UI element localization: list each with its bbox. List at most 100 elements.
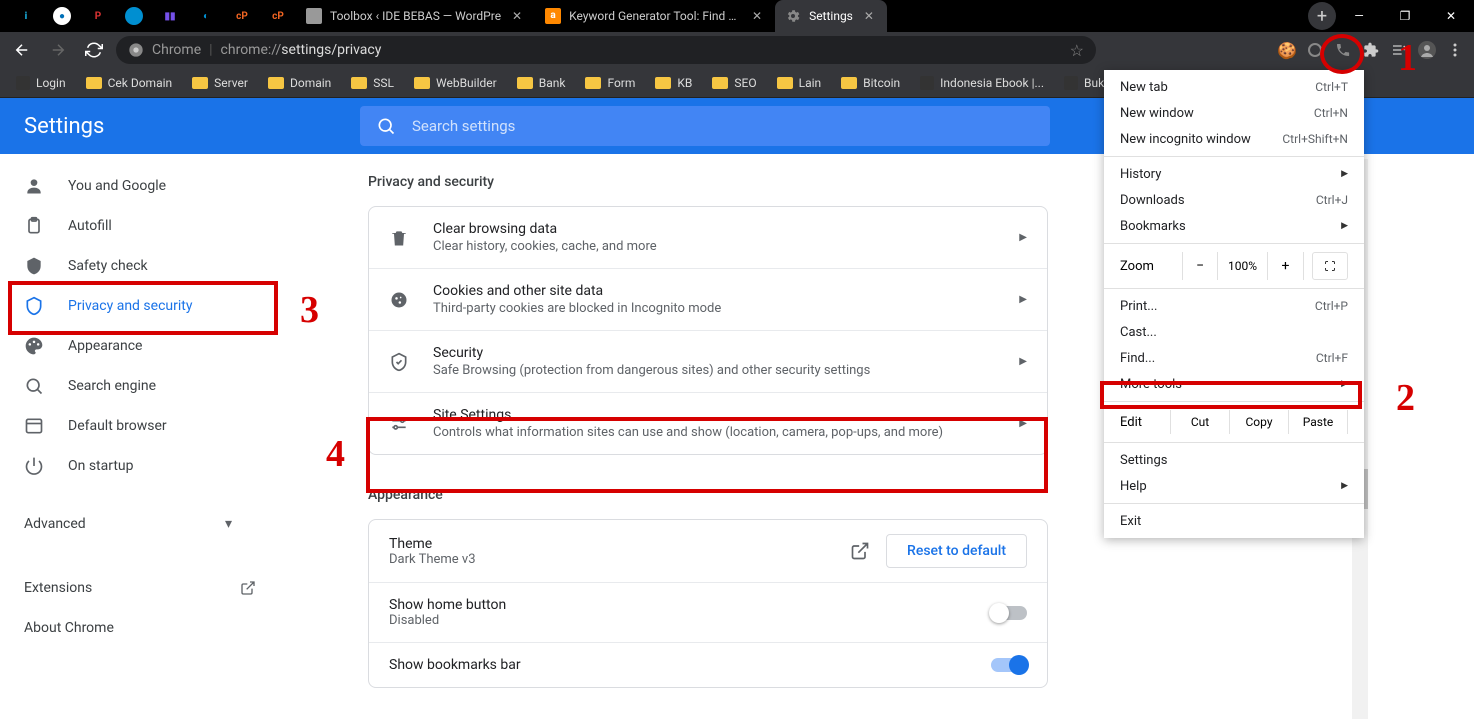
bookmark-item[interactable]: Form [577, 74, 643, 92]
sidebar-about[interactable]: About Chrome [0, 608, 256, 648]
reset-theme-button[interactable]: Reset to default [886, 534, 1027, 568]
bookmarks-bar-toggle[interactable] [991, 658, 1027, 672]
ext-readinglist-icon[interactable] [1388, 39, 1410, 61]
menu-print[interactable]: Print...Ctrl+P [1104, 293, 1364, 319]
row-sub: Safe Browsing (protection from dangerous… [433, 363, 995, 378]
bookmark-label: Lain [799, 76, 822, 90]
close-window-button[interactable]: ✕ [1428, 0, 1474, 32]
tab[interactable]: Settings ✕ [775, 0, 887, 32]
chevron-right-icon: ▶ [1019, 232, 1027, 243]
fullscreen-button[interactable] [1312, 252, 1348, 280]
bookmarks-bar-row[interactable]: Show bookmarks bar [369, 642, 1047, 687]
zoom-in-button[interactable]: + [1268, 252, 1304, 280]
menu-downloads[interactable]: DownloadsCtrl+J [1104, 187, 1364, 213]
bookmark-item[interactable]: Login [8, 74, 74, 92]
menu-copy[interactable]: Copy [1229, 410, 1288, 434]
sidebar-item-on-startup[interactable]: On startup [0, 446, 256, 486]
bookmark-label: SEO [734, 76, 756, 90]
settings-title: Settings [0, 114, 360, 139]
bookmark-star-icon[interactable]: ☆ [1070, 41, 1084, 60]
sidebar-item-label: Appearance [68, 338, 142, 354]
tab-close-icon[interactable]: ✕ [509, 8, 525, 24]
sidebar-advanced[interactable]: Advanced▾ [0, 504, 256, 544]
sidebar-item-default-browser[interactable]: Default browser [0, 406, 256, 446]
menu-exit[interactable]: Exit [1104, 508, 1364, 534]
sidebar-item-you-and-google[interactable]: You and Google [0, 166, 256, 206]
bookmark-item[interactable]: Domain [260, 74, 339, 92]
pinned-tab[interactable]: ▮▮ [152, 0, 188, 32]
ext-cookie-icon[interactable]: 🍪 [1276, 39, 1298, 61]
folder-icon [517, 77, 533, 89]
sidebar-extensions[interactable]: Extensions [0, 568, 256, 608]
menu-find[interactable]: Find...Ctrl+F [1104, 345, 1364, 371]
menu-cut[interactable]: Cut [1170, 410, 1229, 434]
ext-circle-icon[interactable] [1304, 39, 1326, 61]
forward-button[interactable] [44, 36, 72, 64]
ext-phone-icon[interactable] [1332, 39, 1354, 61]
kebab-menu-button[interactable] [1444, 39, 1466, 61]
pinned-tab[interactable]: ● [44, 0, 80, 32]
menu-paste[interactable]: Paste [1288, 410, 1348, 434]
bookmark-item[interactable]: Bank [509, 74, 574, 92]
tab-close-icon[interactable]: ✕ [861, 8, 877, 24]
launch-icon[interactable] [850, 541, 870, 561]
pinned-tab[interactable]: P [80, 0, 116, 32]
tab-strip: Toolbox ‹ IDE BEBAS — WordPre✕aKeyword G… [296, 0, 1300, 32]
bookmark-item[interactable]: Indonesia Ebook |... [912, 74, 1052, 92]
maximize-button[interactable]: ❐ [1382, 0, 1428, 32]
settings-row-security[interactable]: SecuritySafe Browsing (protection from d… [369, 330, 1047, 392]
sidebar-item-search-engine[interactable]: Search engine [0, 366, 256, 406]
new-tab-button[interactable]: + [1308, 2, 1336, 30]
tab[interactable]: aKeyword Generator Tool: Find Ke✕ [535, 0, 775, 32]
menu-cast[interactable]: Cast... [1104, 319, 1364, 345]
menu-new-incognito[interactable]: New incognito windowCtrl+Shift+N [1104, 126, 1364, 152]
settings-search[interactable] [360, 106, 1050, 146]
bookmark-label: Server [214, 76, 248, 90]
appearance-section-heading: Appearance [368, 487, 1048, 503]
settings-row-cookies-and-other-site-data[interactable]: Cookies and other site dataThird-party c… [369, 268, 1047, 330]
row-title: Clear browsing data [433, 221, 995, 237]
home-button-toggle[interactable] [991, 606, 1027, 620]
zoom-out-button[interactable]: − [1182, 252, 1218, 280]
home-button-row[interactable]: Show home button Disabled [369, 582, 1047, 642]
bookmark-label: WebBuilder [436, 76, 497, 90]
bookmark-item[interactable]: Cek Domain [78, 74, 181, 92]
pinned-tab[interactable]: cP [224, 0, 260, 32]
bookmark-item[interactable]: SSL [343, 74, 402, 92]
ext-puzzle-icon[interactable] [1360, 39, 1382, 61]
sidebar-item-appearance[interactable]: Appearance [0, 326, 256, 366]
bookmark-item[interactable]: SEO [704, 74, 764, 92]
pinned-tab[interactable] [116, 0, 152, 32]
omnibox[interactable]: Chrome | chrome://settings/privacy ☆ [116, 36, 1096, 64]
pinned-tab[interactable]: cP [260, 0, 296, 32]
settings-row-clear-browsing-data[interactable]: Clear browsing dataClear history, cookie… [369, 207, 1047, 268]
back-button[interactable] [8, 36, 36, 64]
tab[interactable]: Toolbox ‹ IDE BEBAS — WordPre✕ [296, 0, 535, 32]
bookmark-item[interactable]: Lain [769, 74, 830, 92]
menu-help[interactable]: Help▶ [1104, 473, 1364, 499]
tab-title: Settings [809, 9, 853, 23]
menu-bookmarks[interactable]: Bookmarks▶ [1104, 213, 1364, 239]
settings-search-input[interactable] [412, 117, 1034, 135]
bookmark-item[interactable]: KB [647, 74, 700, 92]
theme-row[interactable]: Theme Dark Theme v3 Reset to default [369, 520, 1047, 582]
pinned-tab[interactable]: i [8, 0, 44, 32]
sidebar-item-autofill[interactable]: Autofill [0, 206, 256, 246]
folder-icon [712, 77, 728, 89]
tab-close-icon[interactable]: ✕ [749, 8, 765, 24]
reload-button[interactable] [80, 36, 108, 64]
bookmark-item[interactable]: WebBuilder [406, 74, 505, 92]
settings-row-site-settings[interactable]: Site SettingsControls what information s… [369, 392, 1047, 454]
bookmark-item[interactable]: Server [184, 74, 256, 92]
sidebar-item-safety-check[interactable]: Safety check [0, 246, 256, 286]
menu-new-window[interactable]: New windowCtrl+N [1104, 100, 1364, 126]
pinned-tab[interactable]: ◐ [188, 0, 224, 32]
menu-settings[interactable]: Settings [1104, 447, 1364, 473]
sidebar-item-privacy-and-security[interactable]: Privacy and security [0, 286, 256, 326]
menu-new-tab[interactable]: New tabCtrl+T [1104, 74, 1364, 100]
menu-history[interactable]: History▶ [1104, 161, 1364, 187]
profile-avatar[interactable] [1416, 39, 1438, 61]
bookmark-item[interactable]: Bitcoin [833, 74, 908, 92]
minimize-button[interactable]: — [1336, 0, 1382, 32]
menu-more-tools[interactable]: More tools▶ [1104, 371, 1364, 397]
